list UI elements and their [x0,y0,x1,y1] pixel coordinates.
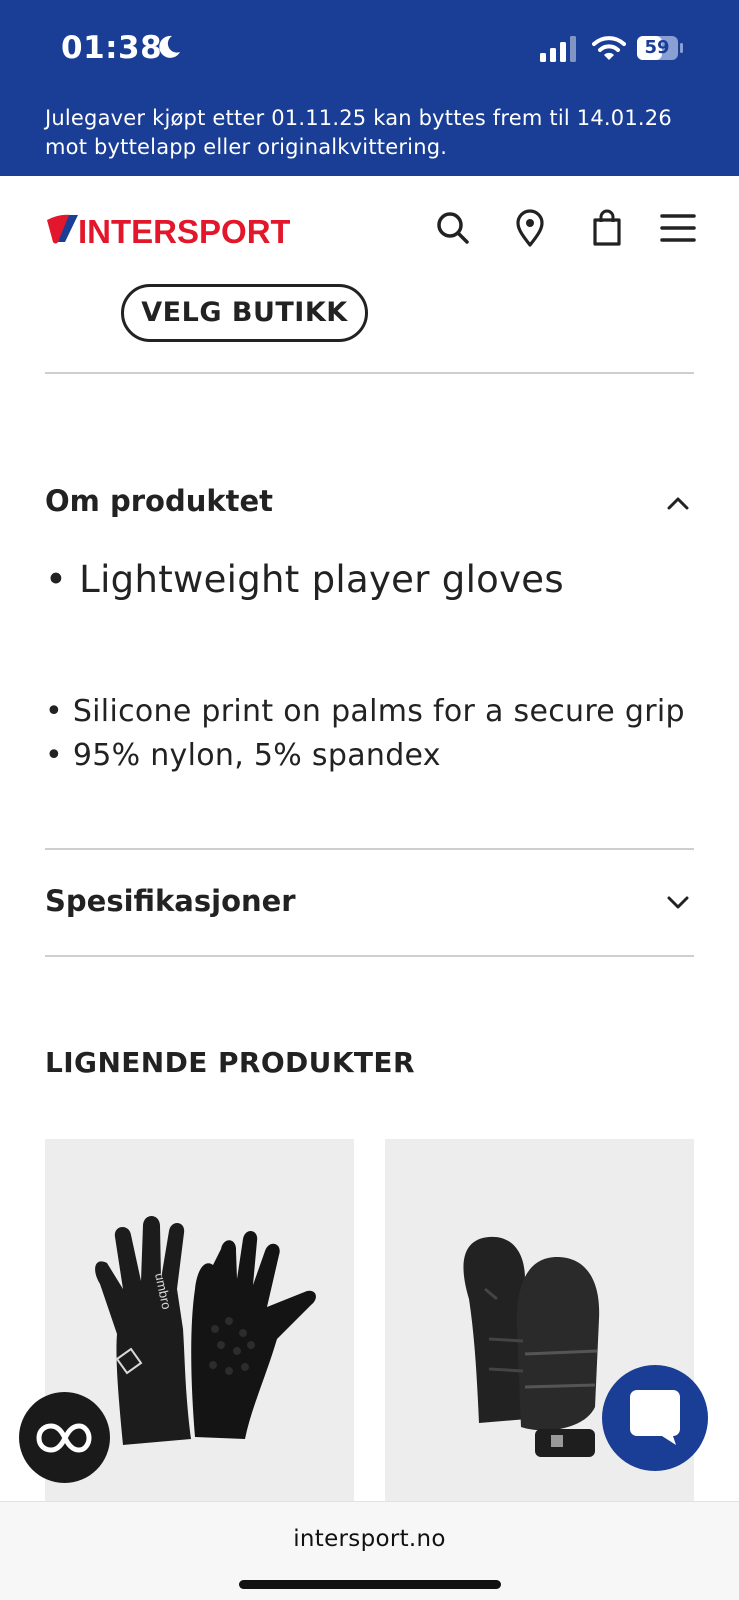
site-header: INTERSPORT [0,176,739,278]
select-store-button[interactable]: VELG BUTIKK [121,284,368,342]
search-icon[interactable] [433,208,473,248]
chat-button[interactable] [602,1365,708,1471]
bullet-item: • Lightweight player gloves [45,558,564,601]
home-indicator[interactable] [239,1580,501,1589]
hamburger-menu-icon[interactable] [658,208,698,248]
battery-icon: 59 [636,35,684,61]
status-time: 01:38 [61,30,163,66]
cellular-signal-icon [540,36,576,62]
intersport-logo[interactable]: INTERSPORT [45,212,290,248]
url-domain[interactable]: intersport.no [0,1526,739,1552]
divider [45,848,694,850]
similar-products-title: LIGNENDE PRODUKTER [45,1046,415,1079]
divider [45,372,694,374]
moon-icon [159,35,180,58]
bullet-item: • 95% nylon, 5% spandex [45,738,441,773]
chat-bubble-icon [630,1390,680,1445]
accessibility-button[interactable] [19,1392,110,1483]
bullet-item: • Silicone print on palms for a secure g… [45,694,685,729]
promo-text: Julegaver kjøpt etter 01.11.25 kan bytte… [45,104,705,162]
chevron-up-icon[interactable] [666,495,690,511]
about-product-title[interactable]: Om produktet [45,484,273,518]
divider [45,955,694,957]
product-feature-list: • Silicone print on palms for a secure g… [45,690,685,778]
shopping-bag-icon[interactable] [587,208,627,248]
top-banner: 01:38 59 Julegaver kjøpt etter 01.11.25 … [0,0,739,176]
infinity-icon [36,1423,92,1453]
promo-line-2: mot byttelapp eller originalkvittering. [45,135,448,159]
promo-line-1: Julegaver kjøpt etter 01.11.25 kan bytte… [45,106,672,130]
wifi-icon [592,36,626,60]
location-pin-icon[interactable] [510,208,550,248]
specifications-title[interactable]: Spesifikasjoner [45,884,296,918]
product-feature-highlight: • Lightweight player gloves [45,558,564,601]
chevron-down-icon[interactable] [666,895,690,911]
battery-level: 59 [644,37,670,58]
browser-bottom-bar: intersport.no [0,1501,739,1600]
logo-text: INTERSPORT [78,213,290,248]
